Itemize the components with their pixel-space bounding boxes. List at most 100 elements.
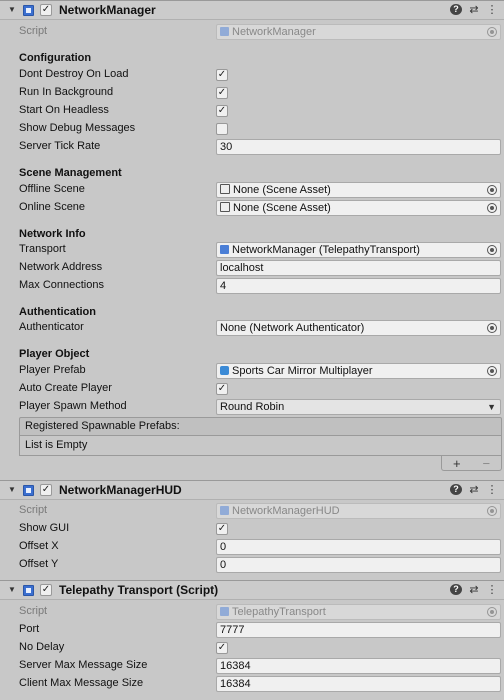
- object-picker-icon[interactable]: [487, 607, 497, 617]
- offset-y-input[interactable]: 0: [216, 557, 501, 573]
- start-on-headless-label: Start On Headless: [19, 104, 109, 116]
- object-picker-icon[interactable]: [487, 506, 497, 516]
- prefab-cube-icon: [220, 366, 229, 375]
- start-on-headless-checkbox[interactable]: ✓: [216, 105, 228, 117]
- help-icon[interactable]: ?: [450, 584, 462, 595]
- no-delay-row: No Delay ✓: [0, 639, 504, 657]
- network-address-label: Network Address: [19, 261, 103, 273]
- help-icon[interactable]: ?: [450, 484, 462, 495]
- auto-create-player-checkbox[interactable]: ✓: [216, 383, 228, 395]
- max-connections-label: Max Connections: [19, 279, 104, 291]
- object-picker-icon[interactable]: [487, 27, 497, 37]
- player-spawn-method-row: Player Spawn Method Round Robin ▼: [0, 398, 504, 416]
- section-configuration: Configuration: [19, 52, 92, 64]
- transport-field[interactable]: NetworkManager (TelepathyTransport): [216, 242, 501, 258]
- show-gui-checkbox[interactable]: ✓: [216, 523, 228, 535]
- preset-icon[interactable]: ⇄: [468, 583, 480, 596]
- player-spawn-method-dropdown[interactable]: Round Robin ▼: [216, 399, 501, 415]
- player-prefab-field[interactable]: Sports Car Mirror Multiplayer: [216, 363, 501, 379]
- object-picker-icon[interactable]: [487, 185, 497, 195]
- offset-y-label: Offset Y: [19, 558, 59, 570]
- telepathy-transport-header[interactable]: ▼ ✓ Telepathy Transport (Script) ? ⇄ ⋮: [0, 580, 504, 600]
- offset-y-row: Offset Y 0: [0, 556, 504, 574]
- script-label: Script: [19, 25, 48, 37]
- object-picker-icon[interactable]: [487, 366, 497, 376]
- component-enabled-checkbox[interactable]: ✓: [40, 484, 52, 496]
- server-max-message-size-input[interactable]: 16384: [216, 658, 501, 674]
- component-title: NetworkManager: [59, 3, 156, 17]
- section-player-object: Player Object: [19, 348, 90, 360]
- script-asset-icon: [220, 506, 229, 515]
- telepathy-script-row: Script TelepathyTransport: [0, 603, 504, 621]
- script-icon: [23, 584, 34, 596]
- no-delay-label: No Delay: [19, 641, 65, 653]
- transport-value: NetworkManager (TelepathyTransport): [232, 244, 420, 256]
- component-title: NetworkManagerHUD: [59, 483, 182, 497]
- script-field[interactable]: NetworkManager: [216, 24, 501, 40]
- start-on-headless-row: Start On Headless ✓: [0, 102, 504, 120]
- offline-scene-field[interactable]: None (Scene Asset): [216, 182, 501, 198]
- remove-item-button[interactable]: −: [482, 456, 490, 471]
- network-manager-header[interactable]: ▼ ✓ NetworkManager ? ⇄ ⋮: [0, 0, 504, 20]
- auto-create-player-label: Auto Create Player: [19, 382, 112, 394]
- authenticator-value: None (Network Authenticator): [220, 322, 365, 334]
- context-menu-icon[interactable]: ⋮: [486, 583, 498, 596]
- object-picker-icon[interactable]: [487, 245, 497, 255]
- server-tick-rate-input[interactable]: 30: [216, 139, 501, 155]
- object-picker-icon[interactable]: [487, 203, 497, 213]
- component-enabled-checkbox[interactable]: ✓: [40, 584, 52, 596]
- script-field[interactable]: TelepathyTransport: [216, 604, 501, 620]
- section-authentication: Authentication: [19, 306, 96, 318]
- client-max-message-size-input[interactable]: 16384: [216, 676, 501, 692]
- script-value: TelepathyTransport: [232, 606, 326, 618]
- component-enabled-checkbox[interactable]: ✓: [40, 4, 52, 16]
- foldout-arrow-icon[interactable]: ▼: [8, 586, 16, 594]
- no-delay-checkbox[interactable]: ✓: [216, 642, 228, 654]
- auto-create-player-row: Auto Create Player ✓: [0, 380, 504, 398]
- preset-icon[interactable]: ⇄: [468, 483, 480, 496]
- run-in-background-label: Run In Background: [19, 86, 114, 98]
- offline-scene-value: None (Scene Asset): [233, 184, 331, 196]
- port-input[interactable]: 7777: [216, 622, 501, 638]
- offset-x-input[interactable]: 0: [216, 539, 501, 555]
- script-icon: [23, 484, 34, 496]
- section-scene-management: Scene Management: [19, 167, 122, 179]
- help-icon[interactable]: ?: [450, 4, 462, 15]
- offset-x-row: Offset X 0: [0, 538, 504, 556]
- scene-asset-icon: [220, 184, 230, 194]
- online-scene-value: None (Scene Asset): [233, 202, 331, 214]
- context-menu-icon[interactable]: ⋮: [486, 3, 498, 16]
- show-debug-messages-label: Show Debug Messages: [19, 122, 136, 134]
- max-connections-input[interactable]: 4: [216, 278, 501, 294]
- foldout-arrow-icon[interactable]: ▼: [8, 6, 16, 14]
- max-connections-row: Max Connections 4: [0, 277, 504, 295]
- foldout-arrow-icon[interactable]: ▼: [8, 486, 16, 494]
- network-address-input[interactable]: localhost: [216, 260, 501, 276]
- server-max-message-size-label: Server Max Message Size: [19, 659, 148, 671]
- offset-x-label: Offset X: [19, 540, 59, 552]
- context-menu-icon[interactable]: ⋮: [486, 483, 498, 496]
- client-max-message-size-label: Client Max Message Size: [19, 677, 144, 689]
- script-asset-icon: [220, 607, 229, 616]
- object-picker-icon[interactable]: [487, 323, 497, 333]
- server-max-message-size-row: Server Max Message Size 16384: [0, 657, 504, 675]
- show-debug-messages-checkbox[interactable]: [216, 123, 228, 135]
- run-in-background-checkbox[interactable]: ✓: [216, 87, 228, 99]
- online-scene-field[interactable]: None (Scene Asset): [216, 200, 501, 216]
- add-item-button[interactable]: +: [453, 456, 461, 471]
- network-manager-hud-header[interactable]: ▼ ✓ NetworkManagerHUD ? ⇄ ⋮: [0, 480, 504, 500]
- script-field[interactable]: NetworkManagerHUD: [216, 503, 501, 519]
- player-prefab-label: Player Prefab: [19, 364, 86, 376]
- online-scene-row: Online Scene None (Scene Asset): [0, 199, 504, 217]
- script-label: Script: [19, 504, 48, 516]
- show-gui-row: Show GUI ✓: [0, 520, 504, 538]
- script-icon: [23, 4, 34, 16]
- dont-destroy-on-load-checkbox[interactable]: ✓: [216, 69, 228, 81]
- authenticator-label: Authenticator: [19, 321, 84, 333]
- authenticator-field[interactable]: None (Network Authenticator): [216, 320, 501, 336]
- run-in-background-row: Run In Background ✓: [0, 84, 504, 102]
- preset-icon[interactable]: ⇄: [468, 3, 480, 16]
- port-label: Port: [19, 623, 40, 635]
- online-scene-label: Online Scene: [19, 201, 86, 213]
- offline-scene-row: Offline Scene None (Scene Asset): [0, 181, 504, 199]
